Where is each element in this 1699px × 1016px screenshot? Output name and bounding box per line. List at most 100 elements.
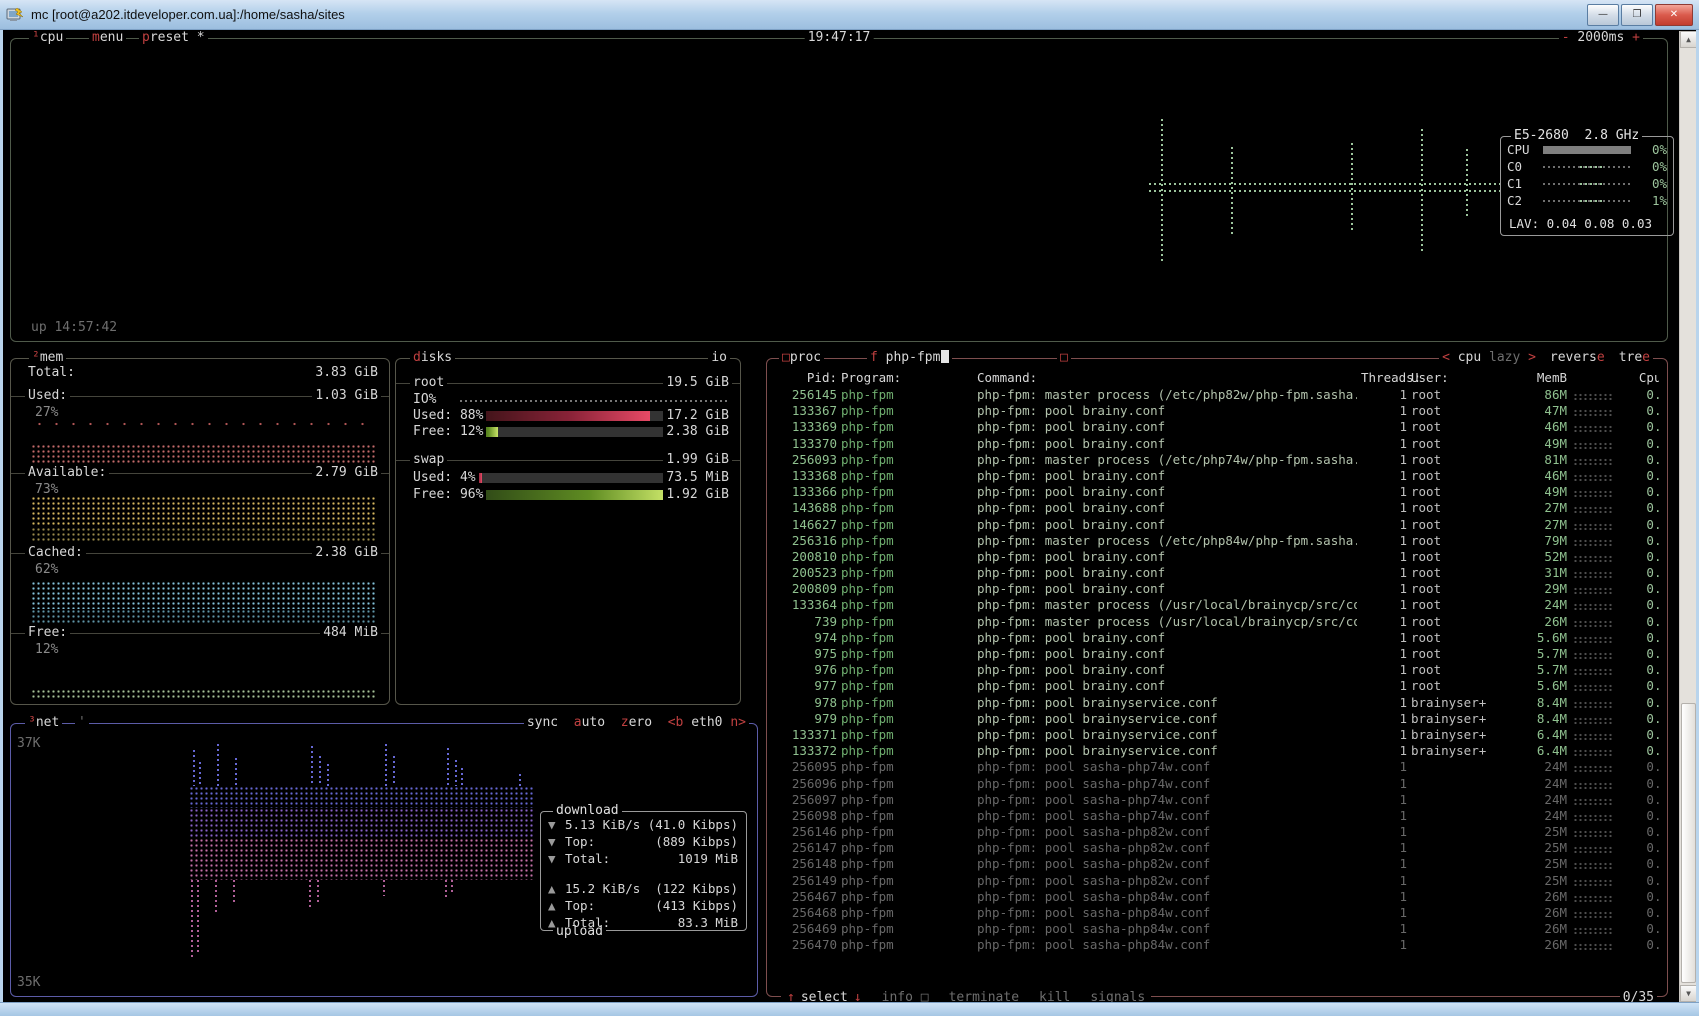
- process-row[interactable]: 256468php-fpmphp-fpm: pool sasha-php84w.…: [775, 905, 1659, 921]
- process-row[interactable]: 200810php-fpmphp-fpm: pool brainy.conf1r…: [775, 549, 1659, 565]
- column-header[interactable]: Threads:: [1361, 370, 1407, 386]
- mem-used-graph: [31, 421, 377, 427]
- process-row[interactable]: 256095php-fpmphp-fpm: pool sasha-php74w.…: [775, 759, 1659, 775]
- proc-filter-clear-button[interactable]: □: [1057, 350, 1071, 365]
- mem-available-graph: [31, 527, 377, 542]
- net-download-spike: [519, 774, 521, 786]
- cpu-graph-baseline: [1149, 183, 1501, 185]
- proc-filter-input[interactable]: f php-fpm: [867, 350, 952, 365]
- terminal-window: mc [root@a202.itdeveloper.com.ua]:/home/…: [0, 0, 1699, 1016]
- process-row[interactable]: 143688php-fpmphp-fpm: pool brainy.conf1r…: [775, 500, 1659, 516]
- net-box-toggle[interactable]: ³net: [25, 715, 62, 730]
- scrollbar-thumb[interactable]: [1681, 703, 1696, 983]
- process-row[interactable]: 256469php-fpmphp-fpm: pool sasha-php84w.…: [775, 921, 1659, 937]
- process-row[interactable]: 133368php-fpmphp-fpm: pool brainy.conf1r…: [775, 468, 1659, 484]
- mem-stat-pct: 27%: [35, 405, 58, 420]
- proc-option-reverse[interactable]: reverse: [1550, 350, 1605, 365]
- net-graph: [189, 734, 535, 974]
- net-stat-row: ▲Top:(413 Kibps): [541, 898, 746, 914]
- process-row[interactable]: 975php-fpmphp-fpm: pool brainy.conf1root…: [775, 646, 1659, 662]
- net-stat-row: ▲Total:83.3 MiB: [541, 915, 746, 931]
- process-row[interactable]: 739php-fpmphp-fpm: master process (/usr/…: [775, 614, 1659, 630]
- process-row[interactable]: 200523php-fpmphp-fpm: pool brainy.conf1r…: [775, 565, 1659, 581]
- net-scale-top: 37K: [17, 736, 40, 751]
- net-zero-button[interactable]: zero: [621, 715, 652, 730]
- process-row[interactable]: 256316php-fpmphp-fpm: master process (/e…: [775, 533, 1659, 549]
- column-header[interactable]: User:: [1411, 370, 1511, 386]
- close-button[interactable]: ✕: [1655, 4, 1693, 26]
- process-row[interactable]: 256096php-fpmphp-fpm: pool sasha-php74w.…: [775, 776, 1659, 792]
- column-header[interactable]: Command:: [977, 370, 1357, 386]
- net-stat-row: ▼Total:1019 MiB: [541, 851, 746, 867]
- net-download-graph: [189, 786, 535, 808]
- column-header[interactable]: [1571, 370, 1617, 386]
- process-row[interactable]: 133371php-fpmphp-fpm: pool brainyservice…: [775, 727, 1659, 743]
- maximize-button[interactable]: ❐: [1621, 4, 1653, 26]
- proc-option-tree[interactable]: tree: [1619, 350, 1650, 365]
- disks-box: disks io root19.5 GiBIO%Used: 88%17.2 Gi…: [395, 358, 741, 705]
- scroll-down-arrow[interactable]: ▼: [1680, 985, 1697, 1002]
- app-icon: [6, 7, 24, 23]
- net-sync-button[interactable]: sync: [527, 715, 558, 730]
- process-row[interactable]: 256093php-fpmphp-fpm: master process (/e…: [775, 452, 1659, 468]
- scroll-up-arrow[interactable]: ▲: [1680, 31, 1697, 48]
- net-download-spike: [193, 750, 195, 786]
- net-stat-row: ▼5.13 KiB/s(41.0 Kibps): [541, 817, 746, 833]
- process-row[interactable]: 256145php-fpmphp-fpm: master process (/e…: [775, 387, 1659, 403]
- process-row[interactable]: 256467php-fpmphp-fpm: pool sasha-php84w.…: [775, 889, 1659, 905]
- disk-name-row: root19.5 GiB: [396, 375, 740, 391]
- process-row[interactable]: 976php-fpmphp-fpm: pool brainy.conf1root…: [775, 662, 1659, 678]
- process-row[interactable]: 256148php-fpmphp-fpm: pool sasha-php82w.…: [775, 856, 1659, 872]
- proc-sort-selector[interactable]: < cpu lazy >: [1439, 350, 1539, 365]
- process-row[interactable]: 256147php-fpmphp-fpm: pool sasha-php82w.…: [775, 840, 1659, 856]
- process-row[interactable]: 146627php-fpmphp-fpm: pool brainy.conf1r…: [775, 517, 1659, 533]
- disk-io-row: IO%: [396, 392, 740, 408]
- disk-meter: [474, 427, 674, 437]
- mem-stat-row: Free:484 MiB: [11, 625, 389, 641]
- column-header[interactable]: MemB: [1515, 370, 1567, 386]
- column-header[interactable]: Program:: [841, 370, 973, 386]
- net-stats-rows: ▼5.13 KiB/s(41.0 Kibps)▼Top:(889 Kibps)▼…: [541, 812, 746, 930]
- process-row[interactable]: 133369php-fpmphp-fpm: pool brainy.conf1r…: [775, 419, 1659, 435]
- mem-cached-graph: [31, 581, 377, 609]
- cpu-graph-spike: [1231, 147, 1233, 237]
- process-row[interactable]: 133364php-fpmphp-fpm: master process (/u…: [775, 597, 1659, 613]
- process-row[interactable]: 256098php-fpmphp-fpm: pool sasha-php74w.…: [775, 808, 1659, 824]
- net-iface-switch[interactable]: <b eth0 n>: [668, 715, 746, 730]
- process-row[interactable]: 133372php-fpmphp-fpm: pool brainyservice…: [775, 743, 1659, 759]
- proc-box-toggle[interactable]: □proc: [779, 350, 824, 365]
- window-scrollbar[interactable]: ▲ ▼: [1679, 31, 1696, 1002]
- process-row[interactable]: 200809php-fpmphp-fpm: pool brainy.conf1r…: [775, 581, 1659, 597]
- net-upload-spike: [451, 880, 453, 892]
- net-auto-button[interactable]: auto: [574, 715, 605, 730]
- minimize-button[interactable]: —: [1587, 4, 1619, 26]
- cpu-graph-spike: [1466, 149, 1468, 217]
- net-box: ³net ' sync auto zero <b eth0 n> 37K 35K…: [10, 723, 758, 997]
- cpu-graph-spike: [1161, 119, 1163, 263]
- process-row[interactable]: 133367php-fpmphp-fpm: pool brainy.conf1r…: [775, 403, 1659, 419]
- mem-cached-graph: [31, 609, 377, 623]
- net-upload-spike: [445, 880, 447, 900]
- net-download-spike: [235, 758, 237, 786]
- process-row[interactable]: 133370php-fpmphp-fpm: pool brainy.conf1r…: [775, 436, 1659, 452]
- mem-stat-row: Available:2.79 GiB: [11, 465, 389, 481]
- cpu-graph: [11, 39, 1667, 341]
- cpu-graph-spike: [1351, 143, 1353, 231]
- process-row[interactable]: 256097php-fpmphp-fpm: pool sasha-php74w.…: [775, 792, 1659, 808]
- process-row[interactable]: 256470php-fpmphp-fpm: pool sasha-php84w.…: [775, 937, 1659, 953]
- process-row[interactable]: 133366php-fpmphp-fpm: pool brainy.conf1r…: [775, 484, 1659, 500]
- column-header[interactable]: Cpu%: [1621, 370, 1659, 386]
- window-border-left: [0, 30, 3, 1002]
- window-title: mc [root@a202.itdeveloper.com.ua]:/home/…: [31, 7, 345, 22]
- process-row[interactable]: 256146php-fpmphp-fpm: pool sasha-php82w.…: [775, 824, 1659, 840]
- net-download-spike: [461, 768, 463, 786]
- mem-box: ²mem Total:3.83 GiBUsed:1.03 GiB27%Avail…: [10, 358, 390, 705]
- column-header[interactable]: Pid:: [775, 370, 837, 386]
- process-row[interactable]: 974php-fpmphp-fpm: pool brainy.conf1root…: [775, 630, 1659, 646]
- mem-stat-row: Used:1.03 GiB: [11, 388, 389, 404]
- process-row[interactable]: 978php-fpmphp-fpm: pool brainyservice.co…: [775, 695, 1659, 711]
- process-row[interactable]: 256149php-fpmphp-fpm: pool sasha-php82w.…: [775, 873, 1659, 889]
- net-upload-spike: [197, 880, 199, 952]
- process-row[interactable]: 977php-fpmphp-fpm: pool brainy.conf1root…: [775, 678, 1659, 694]
- process-row[interactable]: 979php-fpmphp-fpm: pool brainyservice.co…: [775, 711, 1659, 727]
